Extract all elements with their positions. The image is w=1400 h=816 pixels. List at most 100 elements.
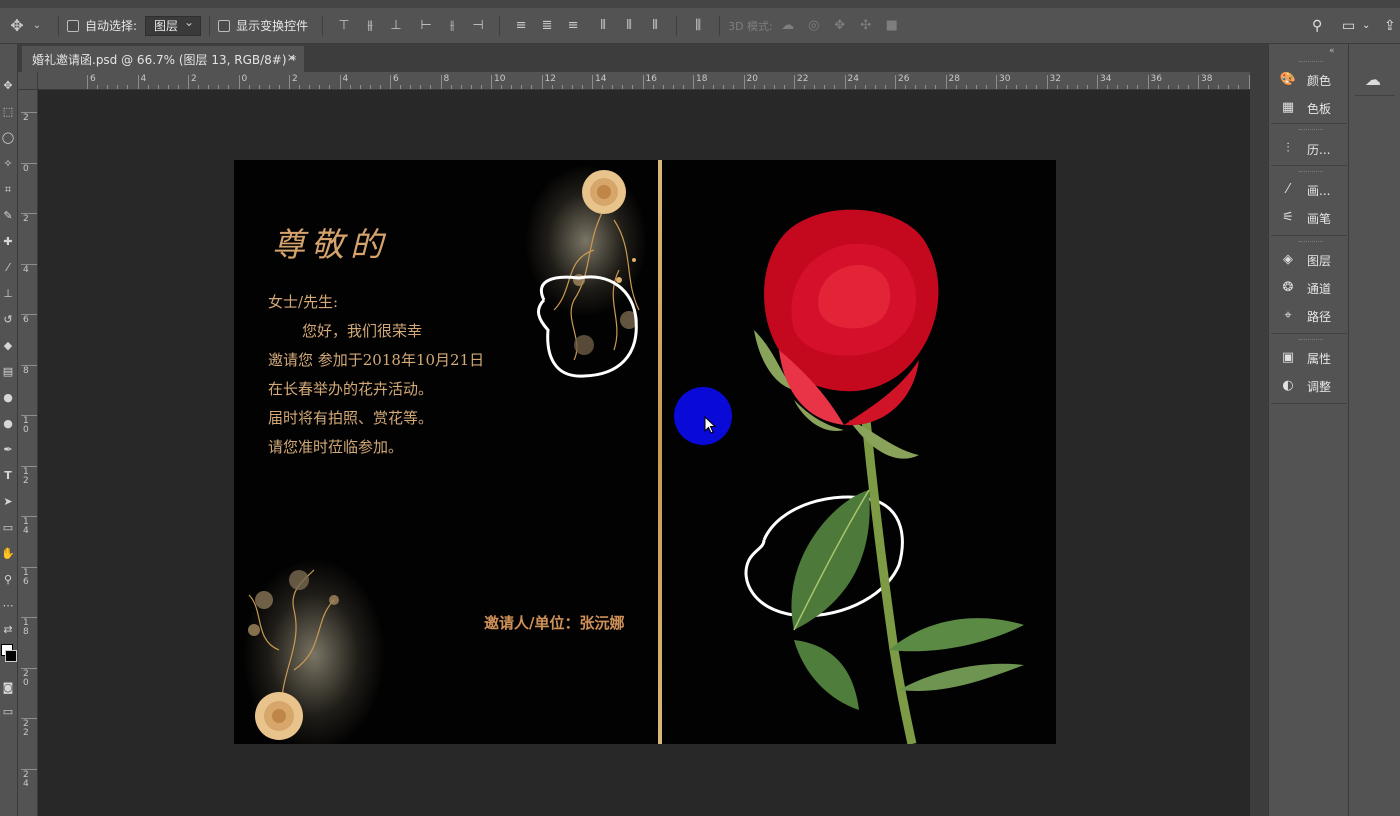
ruler-minor-tick: [854, 85, 856, 89]
magic-wand-icon[interactable]: ✧: [0, 156, 16, 172]
ruler-minor-tick: [783, 85, 785, 89]
panel-tab-color[interactable]: 🎨 颜色: [1279, 70, 1331, 90]
invitation-signature: 邀请人/单位：张沅娜: [484, 614, 625, 632]
ruler-minor-tick: [1076, 85, 1078, 89]
3d-roll-icon[interactable]: ◎: [805, 17, 823, 35]
panel-tab-swatches[interactable]: ▦ 色板: [1279, 98, 1331, 118]
distribute-right-icon[interactable]: ⦀: [646, 17, 664, 35]
move-tool-icon[interactable]: ✥: [0, 78, 16, 94]
quick-mask-icon[interactable]: ◙: [0, 680, 16, 696]
align-left-icon[interactable]: ⊢: [417, 17, 435, 35]
history-brush-icon[interactable]: ↺: [0, 312, 16, 328]
pen-tool-icon[interactable]: ✒: [0, 442, 16, 458]
align-vcenter-icon[interactable]: ⫵: [361, 17, 379, 35]
3d-scale-icon[interactable]: ■: [883, 17, 901, 35]
3d-slide-icon[interactable]: ✣: [857, 17, 875, 35]
ruler-minor-tick: [1157, 85, 1159, 89]
ruler-minor-tick: [1016, 85, 1018, 89]
panel-group-layers: ◈ 图层 ❂ 通道 ⌖ 路径: [1271, 238, 1347, 334]
distribute-bottom-icon[interactable]: ≡: [564, 17, 582, 35]
eraser-tool-icon[interactable]: ◆: [0, 338, 16, 354]
3d-rotate-icon[interactable]: ☁: [779, 17, 797, 35]
vertical-scrollbar[interactable]: [1250, 72, 1268, 816]
healing-brush-icon[interactable]: ✚: [0, 234, 16, 250]
type-tool-icon[interactable]: T: [0, 468, 16, 484]
gradient-tool-icon[interactable]: ▤: [0, 364, 16, 380]
ruler-origin[interactable]: [18, 72, 38, 90]
move-tool-icon[interactable]: ✥: [8, 16, 26, 35]
distribute-top-icon[interactable]: ≡: [512, 17, 530, 35]
properties-icon: ▣: [1281, 350, 1295, 365]
distribute-left-icon[interactable]: ⦀: [594, 17, 612, 35]
ruler-minor-tick: [662, 85, 664, 89]
document-tab[interactable]: 婚礼邀请函.psd @ 66.7% (图层 13, RGB/8#) * ×: [22, 46, 304, 72]
crop-tool-icon[interactable]: ⌗: [0, 182, 16, 198]
lasso-tool-icon[interactable]: ◯: [0, 130, 16, 146]
auto-select-dropdown[interactable]: 图层: [145, 15, 202, 36]
shape-tool-icon[interactable]: ▭: [0, 520, 16, 536]
invitation-canvas[interactable]: 尊敬的 女士/先生: 您好，我们很荣幸 邀请您 参加于2018年10月21日 在…: [234, 160, 1056, 744]
libraries-panel-button[interactable]: ☁: [1355, 62, 1395, 96]
align-hcenter-icon[interactable]: ⫲: [443, 17, 461, 35]
ruler-minor-tick: [157, 85, 159, 89]
ruler-minor-tick: [1167, 85, 1169, 89]
distribute-vcenter-icon[interactable]: ≣: [538, 17, 556, 35]
share-icon[interactable]: ⇪: [1384, 18, 1396, 34]
swap-colors-icon[interactable]: ⇄: [0, 622, 16, 638]
ruler-minor-tick: [1177, 85, 1179, 89]
ruler-minor-tick: [167, 85, 169, 89]
collapse-panels-icon[interactable]: «: [1329, 46, 1335, 56]
panel-tab-brush-presets[interactable]: ⁄ 画...: [1279, 180, 1331, 200]
ruler-minor-tick: [127, 85, 129, 89]
path-select-icon[interactable]: ➤: [0, 494, 16, 510]
panel-tab-brush[interactable]: ⚟ 画笔: [1279, 208, 1331, 228]
zoom-tool-icon[interactable]: ⚲: [0, 572, 16, 588]
marquee-tool-icon[interactable]: ⬚: [0, 104, 16, 120]
brush-tool-icon[interactable]: ⁄: [0, 260, 16, 276]
invitation-line: 在长春举办的花卉活动。: [268, 380, 434, 398]
chevron-down-icon[interactable]: ⌄: [28, 17, 46, 35]
close-icon[interactable]: ×: [287, 51, 296, 64]
more-tools-icon[interactable]: ⋯: [0, 598, 16, 614]
3d-drag-icon[interactable]: ✥: [831, 17, 849, 35]
ruler-minor-tick: [147, 85, 149, 89]
panel-label: 路径: [1307, 309, 1332, 324]
ruler-minor-tick: [531, 85, 533, 89]
panel-tab-paths[interactable]: ⌖ 路径: [1279, 306, 1331, 326]
ruler-minor-tick: [1066, 85, 1068, 89]
eyedropper-icon[interactable]: ✎: [0, 208, 16, 224]
auto-select-checkbox[interactable]: [67, 19, 79, 32]
align-right-icon[interactable]: ⊣: [469, 17, 487, 35]
horizontal-ruler[interactable]: 6420246810121416182022242628303234363840: [38, 72, 1250, 90]
photoshop-window: ✥ ⌄ 自动选择: 图层 显示变换控件 ⊤ ⫵ ⊥ ⊢ ⫲ ⊣ ≡ ≣ ≡ ⦀: [0, 0, 1400, 816]
dodge-tool-icon[interactable]: ●: [0, 416, 16, 432]
search-icon[interactable]: ⚲: [1312, 18, 1322, 34]
screen-mode-icon[interactable]: ▭: [0, 704, 16, 720]
panel-group-properties: ▣ 属性 ◐ 调整: [1271, 336, 1347, 404]
align-bottom-icon[interactable]: ⊥: [387, 17, 405, 35]
background-color-swatch[interactable]: [5, 650, 17, 662]
ruler-minor-tick: [1208, 85, 1210, 89]
show-transform-checkbox[interactable]: [218, 19, 231, 32]
workspace-icon[interactable]: ▭: [1342, 18, 1355, 34]
ruler-minor-tick: [905, 85, 907, 89]
chevron-down-icon[interactable]: ⌄: [1362, 20, 1370, 31]
hand-tool-icon[interactable]: ✋: [0, 546, 16, 562]
distribute-hcenter-icon[interactable]: ⦀: [620, 17, 638, 35]
blur-tool-icon[interactable]: ●: [0, 390, 16, 406]
ruler-minor-tick: [1228, 85, 1230, 89]
panel-tab-channels[interactable]: ❂ 通道: [1279, 278, 1331, 298]
layers-icon: ◈: [1283, 252, 1293, 267]
ruler-minor-tick: [1086, 85, 1088, 89]
ruler-minor-tick: [198, 85, 200, 89]
panel-tab-history[interactable]: ⫶ 历...: [1279, 139, 1330, 159]
menu-strip: [0, 0, 1400, 8]
ruler-minor-tick: [319, 85, 321, 89]
vertical-ruler[interactable]: 2 0 2 4 6 8 10 12 14 16 18 20 22 24: [18, 90, 38, 816]
panel-tab-properties[interactable]: ▣ 属性: [1279, 348, 1331, 368]
panel-tab-layers[interactable]: ◈ 图层: [1279, 250, 1331, 270]
auto-align-icon[interactable]: ⫼: [689, 17, 707, 35]
align-top-icon[interactable]: ⊤: [335, 17, 353, 35]
stamp-tool-icon[interactable]: ⊥: [0, 286, 16, 302]
panel-tab-adjustments[interactable]: ◐ 调整: [1279, 376, 1331, 396]
